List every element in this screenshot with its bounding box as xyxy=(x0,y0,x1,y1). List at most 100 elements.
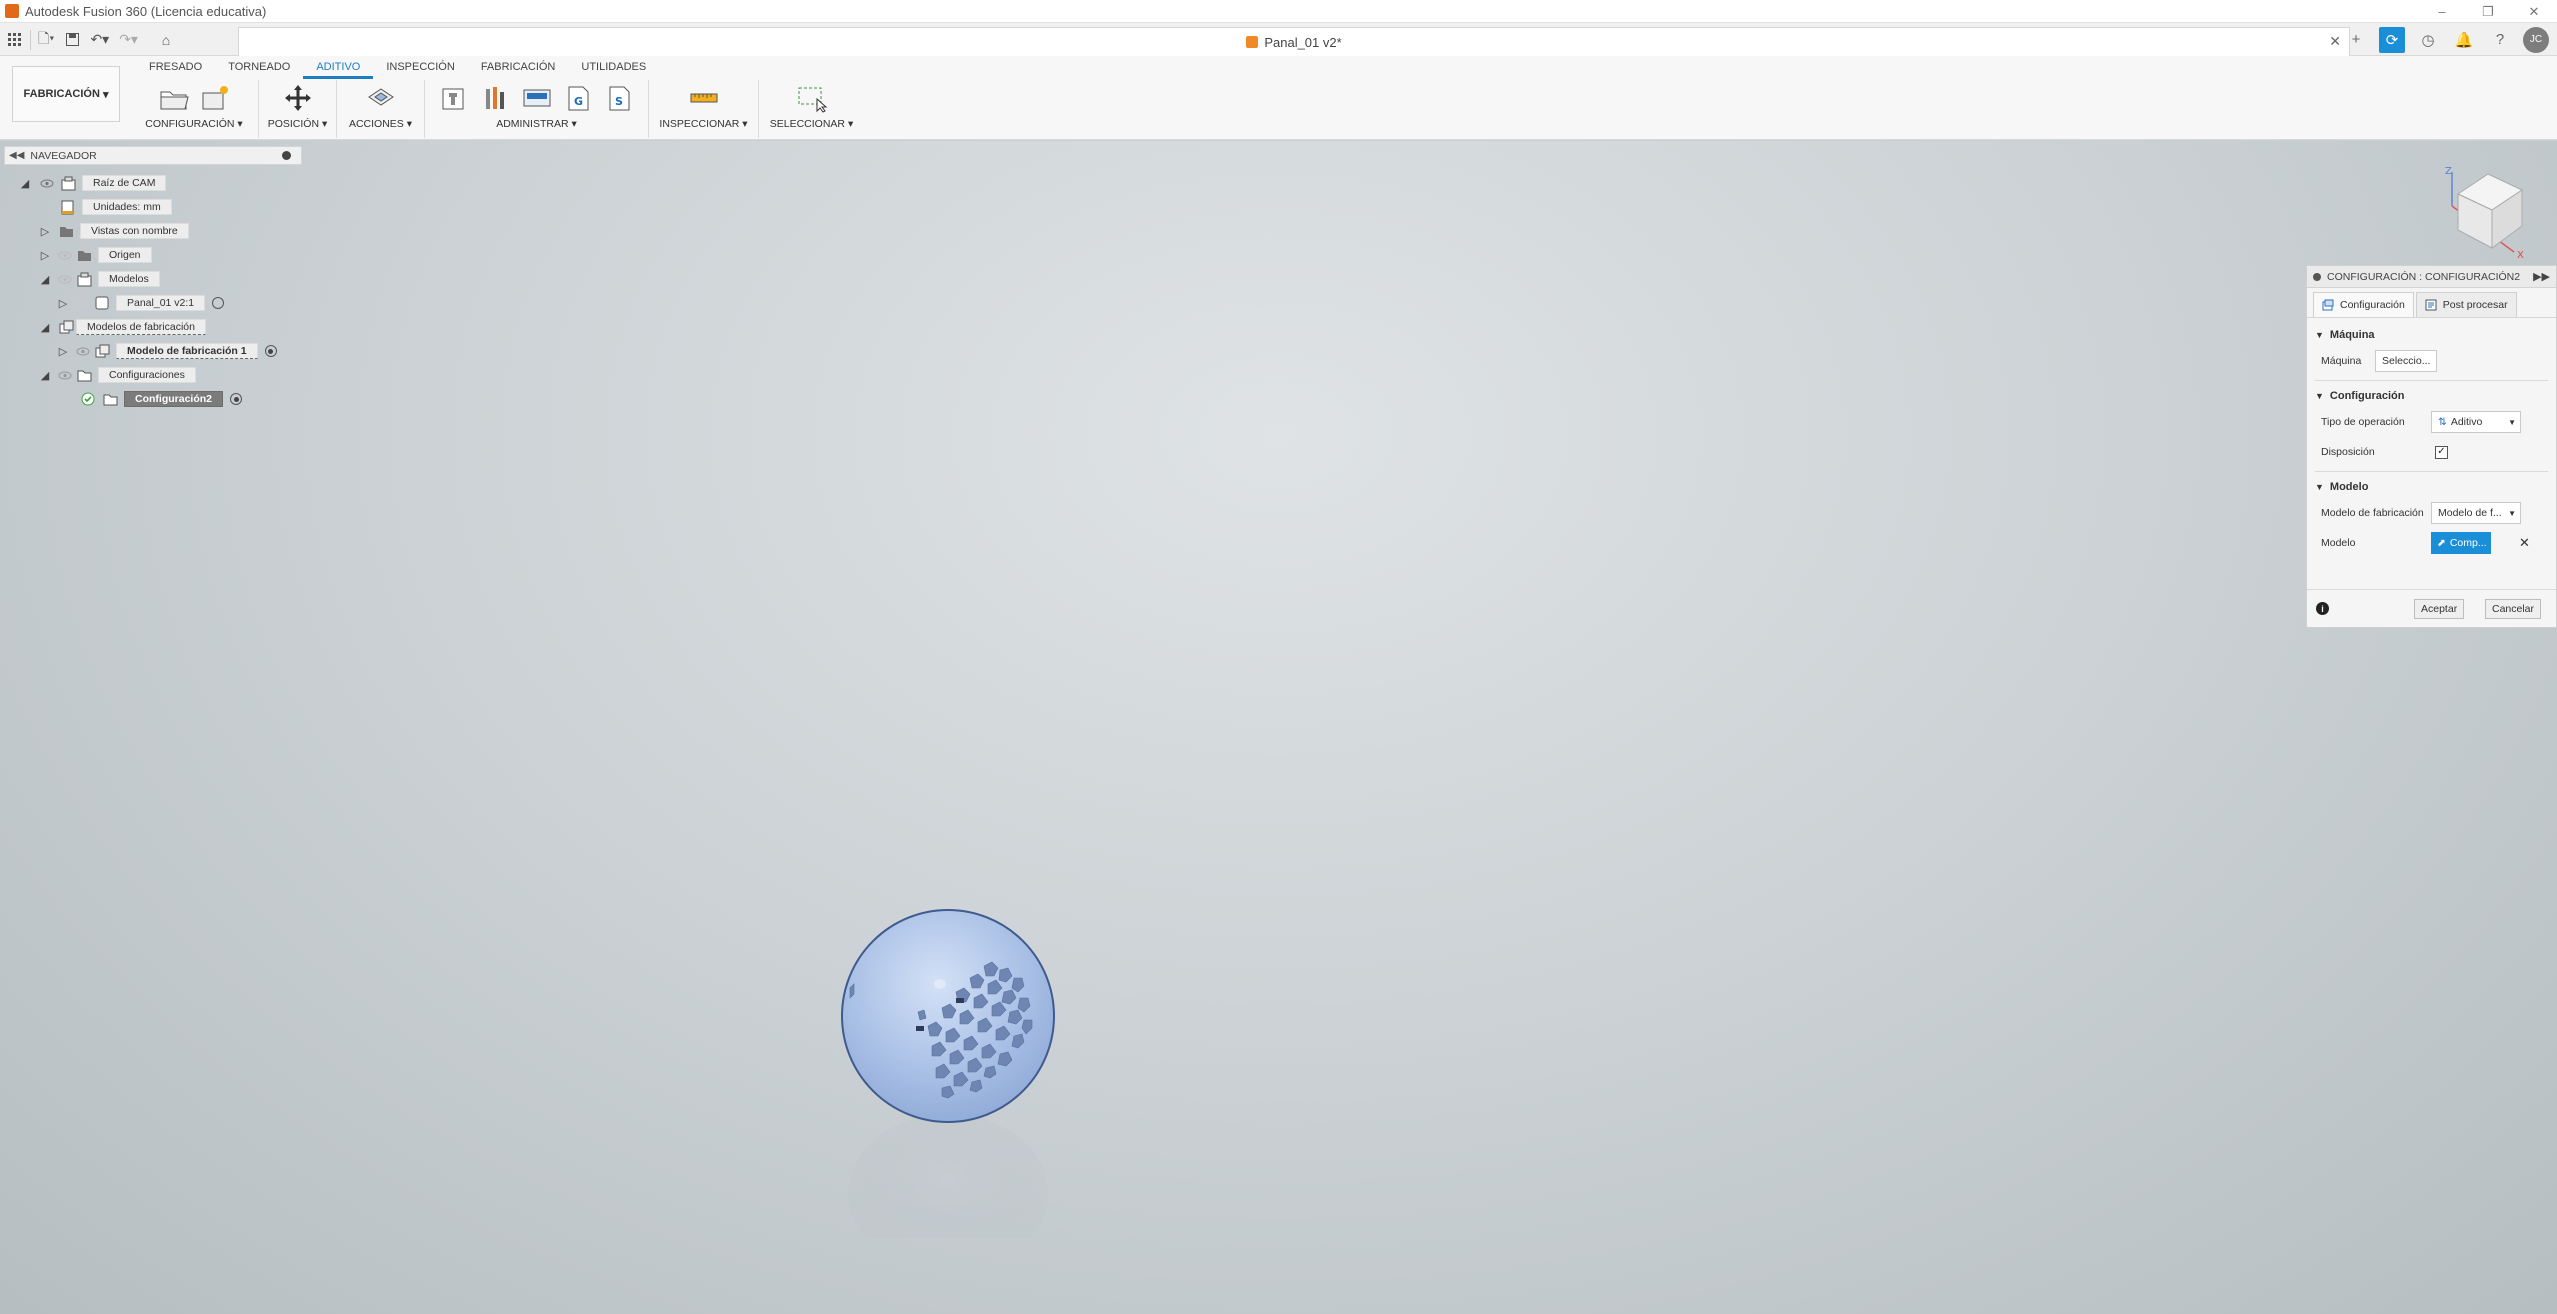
window-select-icon[interactable] xyxy=(796,83,828,113)
open-folder-icon[interactable] xyxy=(158,83,190,113)
close-window-icon[interactable]: ✕ xyxy=(2511,0,2557,23)
expand-triangle-icon[interactable]: ▷ xyxy=(38,224,52,238)
group-label-acciones[interactable]: ACCIONES ▾ xyxy=(349,118,412,130)
tree-node-models[interactable]: ◢ Modelos xyxy=(38,269,160,289)
tab-post-procesar[interactable]: Post procesar xyxy=(2415,292,2517,317)
visibility-eye-icon[interactable] xyxy=(58,274,72,284)
user-avatar-icon[interactable]: JC xyxy=(2523,26,2549,53)
save-icon[interactable] xyxy=(61,27,83,53)
measure-ruler-icon[interactable] xyxy=(688,83,720,113)
tab-aditivo[interactable]: ADITIVO xyxy=(303,59,374,79)
collapse-triangle-icon[interactable]: ◢ xyxy=(38,368,52,382)
disposition-checkbox[interactable]: ✓ xyxy=(2435,445,2448,459)
group-label-inspeccionar[interactable]: INSPECCIONAR ▾ xyxy=(659,118,747,130)
tree-node-setup2[interactable]: Configuración2 xyxy=(80,389,243,409)
group-label-posicion[interactable]: POSICIÓN ▾ xyxy=(268,118,328,130)
tree-label: Configuración2 xyxy=(124,391,224,407)
accept-button[interactable]: Aceptar xyxy=(2414,598,2465,619)
workspace-switcher[interactable]: FABRICACIÓN ▾ xyxy=(12,66,120,122)
tree-label: Raíz de CAM xyxy=(82,175,167,191)
ribbon-toolbar: FABRICACIÓN ▾ FRESADO TORNEADO ADITIVO I… xyxy=(0,56,2557,140)
template-library-icon[interactable] xyxy=(480,83,512,113)
tab-torneado[interactable]: TORNEADO xyxy=(215,59,303,79)
maximize-icon[interactable]: ❐ xyxy=(2465,0,2511,23)
visibility-eye-icon[interactable] xyxy=(76,346,90,356)
group-label-configuracion[interactable]: CONFIGURACIÓN ▾ xyxy=(145,118,242,130)
notifications-bell-icon[interactable]: 🔔 xyxy=(2451,27,2477,53)
move-arrows-icon[interactable] xyxy=(282,83,314,113)
expand-triangle-icon[interactable]: ▷ xyxy=(56,344,70,358)
machine-library-icon[interactable] xyxy=(521,83,553,113)
tree-node-mfg-models[interactable]: ◢ Modelos de fabricación xyxy=(38,317,206,337)
op-type-value: Aditivo xyxy=(2450,416,2483,428)
new-setup-icon[interactable] xyxy=(199,83,231,113)
window-title: Autodesk Fusion 360 (Licencia educativa) xyxy=(25,3,267,19)
document-tab[interactable]: Panal_01 v2* ✕ xyxy=(238,27,2350,56)
tree-node-cam-root[interactable]: ◢ Raíz de CAM xyxy=(18,173,167,193)
visibility-eye-icon[interactable] xyxy=(76,298,90,308)
model-select-button[interactable]: ⬈ Comp... xyxy=(2431,532,2491,554)
tree-node-mfg-model-1[interactable]: ▷ Modelo de fabricación 1 xyxy=(56,341,277,361)
data-panel-grid-icon[interactable] xyxy=(4,27,26,53)
sync-icon[interactable]: ⟳ xyxy=(2379,26,2405,53)
axis-z-label: Z xyxy=(2445,166,2452,177)
tab-fresado[interactable]: FRESADO xyxy=(136,59,215,79)
navigator-pin-icon[interactable] xyxy=(282,151,291,160)
activate-radio[interactable] xyxy=(230,393,243,405)
section-model[interactable]: ▼ Modelo xyxy=(2307,476,2556,498)
clear-selection-icon[interactable]: ✕ xyxy=(2519,535,2530,551)
window-controls: – ❐ ✕ xyxy=(2419,0,2557,23)
activate-radio[interactable] xyxy=(212,297,225,309)
expand-panel-icon[interactable]: ▶▶ xyxy=(2533,270,2550,283)
activate-radio[interactable] xyxy=(264,345,277,357)
tree-node-origin[interactable]: ▷ Origen xyxy=(38,245,152,265)
section-configuration[interactable]: ▼ Configuración xyxy=(2307,385,2556,407)
honeycomb-sphere-model[interactable] xyxy=(836,908,1060,1274)
group-label-seleccionar[interactable]: SELECCIONAR ▾ xyxy=(770,118,853,130)
collapse-triangle-icon[interactable]: ◢ xyxy=(18,176,32,190)
tree-label: Configuraciones xyxy=(98,367,196,383)
section-machine[interactable]: ▼ Máquina xyxy=(2307,324,2556,346)
tree-node-units[interactable]: Unidades: mm xyxy=(60,197,172,217)
home-icon[interactable]: ⌂ xyxy=(155,27,177,53)
additive-action-icon[interactable] xyxy=(365,83,397,113)
visibility-eye-icon[interactable] xyxy=(58,370,72,380)
help-icon[interactable]: ? xyxy=(2487,27,2513,53)
tree-node-setups[interactable]: ◢ Configuraciones xyxy=(38,365,196,385)
job-status-clock-icon[interactable]: ◷ xyxy=(2415,27,2441,53)
mfg-model-dropdown[interactable]: Modelo de f... ▼ xyxy=(2431,502,2521,524)
workspace-label: FABRICACIÓN xyxy=(23,88,100,100)
post-library-s-icon[interactable]: S xyxy=(603,83,635,113)
expand-triangle-icon[interactable]: ▷ xyxy=(56,296,70,310)
info-icon[interactable]: i xyxy=(2316,602,2329,615)
tab-utilidades[interactable]: UTILIDADES xyxy=(568,59,659,79)
close-tab-icon[interactable]: ✕ xyxy=(2329,33,2341,50)
cursor-arrow-icon: ⬈ xyxy=(2437,537,2446,549)
post-library-g-icon[interactable]: G xyxy=(562,83,594,113)
tool-library-icon[interactable] xyxy=(439,83,471,113)
cancel-button[interactable]: Cancelar xyxy=(2485,598,2542,619)
operation-type-dropdown[interactable]: ⇅ Aditivo ▼ xyxy=(2431,411,2521,433)
redo-icon[interactable]: ↷▾ xyxy=(116,27,141,53)
view-cube[interactable]: Z X xyxy=(2436,160,2536,261)
tab-fabricacion[interactable]: FABRICACIÓN xyxy=(468,59,569,79)
tree-node-named-views[interactable]: ▷ Vistas con nombre xyxy=(38,221,189,241)
3d-viewport[interactable] xyxy=(0,141,2557,1314)
collapse-triangle-icon[interactable]: ◢ xyxy=(38,320,52,334)
tab-configuracion[interactable]: Configuración xyxy=(2313,292,2414,317)
select-machine-button[interactable]: Seleccio... xyxy=(2375,350,2438,372)
group-label-administrar[interactable]: ADMINISTRAR ▾ xyxy=(496,118,577,130)
collapse-navigator-icon[interactable]: ◀◀ xyxy=(9,150,24,161)
undo-icon[interactable]: ↶▾ xyxy=(87,27,112,53)
component-icon xyxy=(1246,36,1259,48)
tree-label: Panal_01 v2:1 xyxy=(116,295,206,311)
visibility-eye-icon[interactable] xyxy=(40,178,54,188)
new-tab-plus-icon[interactable]: + xyxy=(2343,27,2369,53)
collapse-triangle-icon[interactable]: ◢ xyxy=(38,272,52,286)
visibility-eye-icon[interactable] xyxy=(58,250,72,260)
file-menu-icon[interactable]: 🗋▾ xyxy=(35,27,57,53)
expand-triangle-icon[interactable]: ▷ xyxy=(38,248,52,262)
tree-node-panal[interactable]: ▷ Panal_01 v2:1 xyxy=(56,293,225,313)
minimize-icon[interactable]: – xyxy=(2419,0,2465,23)
tab-inspeccion[interactable]: INSPECCIÓN xyxy=(373,59,467,79)
